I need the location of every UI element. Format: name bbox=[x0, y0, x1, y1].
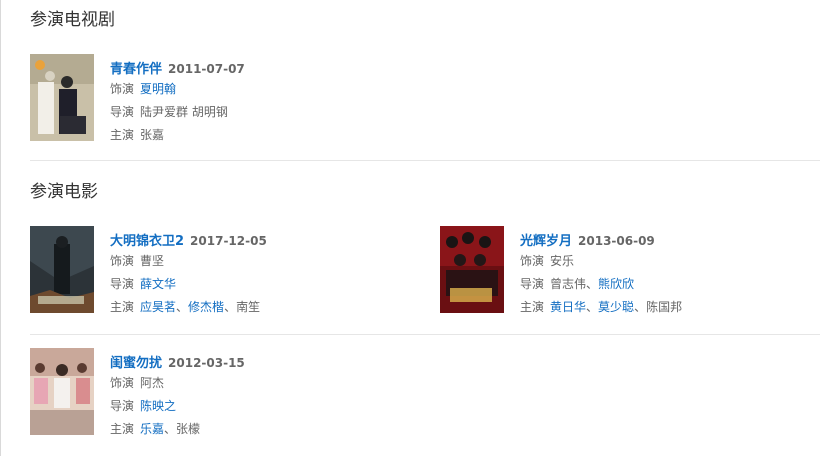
cast-label: 主演 bbox=[110, 300, 135, 314]
cast-value-daming-2: 南笙 bbox=[236, 300, 261, 314]
poster-guimi[interactable] bbox=[30, 348, 94, 435]
cast-label: 主演 bbox=[520, 300, 545, 314]
info-guimi: 闺蜜勿扰 2012-03-15 饰演 阿杰 导演 陈映之 主演 乐嘉、张檬 bbox=[110, 352, 410, 441]
role-link-qingchun[interactable]: 夏明翰 bbox=[140, 82, 176, 96]
info-daming: 大明锦衣卫2 2017-12-05 饰演 曹坚 导演 薛文华 主演 应昊茗、修杰楷、南笙 bbox=[110, 230, 410, 319]
role-label: 饰演 bbox=[110, 254, 135, 268]
separator: 、 bbox=[586, 300, 599, 314]
role-value-daming: 曹坚 bbox=[140, 254, 165, 268]
poster-guanghui[interactable] bbox=[440, 226, 504, 313]
role-label: 饰演 bbox=[110, 82, 135, 96]
role-label: 饰演 bbox=[110, 376, 135, 390]
cast-link-daming-1[interactable]: 修杰楷 bbox=[188, 300, 224, 314]
separator: 、 bbox=[224, 300, 237, 314]
title-link-guimi[interactable]: 闺蜜勿扰 bbox=[110, 356, 162, 371]
section-title-movies: 参演电影 bbox=[30, 182, 98, 202]
cast-link-guanghui-1[interactable]: 莫少聪 bbox=[598, 300, 634, 314]
cast-link-guanghui-0[interactable]: 黄日华 bbox=[550, 300, 586, 314]
left-border bbox=[0, 0, 1, 456]
director-label: 导演 bbox=[110, 277, 135, 291]
title-link-daming[interactable]: 大明锦衣卫2 bbox=[110, 234, 184, 249]
date-qingchun: 2011-07-07 bbox=[168, 62, 245, 76]
poster-daming[interactable] bbox=[30, 226, 94, 313]
cast-label: 主演 bbox=[110, 128, 135, 142]
info-qingchun: 青春作伴 2011-07-07 饰演 夏明翰 导演 陆尹爱群 胡明钢 主演 张嘉 bbox=[110, 58, 410, 147]
info-guanghui: 光辉岁月 2013-06-09 饰演 安乐 导演 曾志伟、熊欣欣 主演 黄日华、莫少聪、… bbox=[520, 230, 820, 319]
divider bbox=[30, 334, 820, 335]
director-value-guanghui-0: 曾志伟 bbox=[550, 277, 587, 291]
cast-value-qingchun: 张嘉 bbox=[140, 128, 165, 142]
cast-value-guimi-1: 张檬 bbox=[176, 422, 201, 436]
cast-link-daming-0[interactable]: 应昊茗 bbox=[140, 300, 176, 314]
director-label: 导演 bbox=[110, 105, 135, 119]
director-label: 导演 bbox=[520, 277, 545, 291]
cast-value-guanghui-2: 陈国邦 bbox=[646, 300, 683, 314]
role-label: 饰演 bbox=[520, 254, 545, 268]
title-link-qingchun[interactable]: 青春作伴 bbox=[110, 62, 162, 77]
director-value-qingchun: 陆尹爱群 胡明钢 bbox=[140, 105, 228, 119]
director-label: 导演 bbox=[110, 399, 135, 413]
date-daming: 2017-12-05 bbox=[190, 234, 267, 248]
separator: 、 bbox=[164, 422, 177, 436]
date-guanghui: 2013-06-09 bbox=[578, 234, 655, 248]
separator: 、 bbox=[176, 300, 189, 314]
date-guimi: 2012-03-15 bbox=[168, 356, 245, 370]
separator: 、 bbox=[634, 300, 647, 314]
director-link-guimi[interactable]: 陈映之 bbox=[140, 399, 176, 413]
separator: 、 bbox=[586, 277, 599, 291]
role-value-guimi: 阿杰 bbox=[140, 376, 165, 390]
cast-link-guimi-0[interactable]: 乐嘉 bbox=[140, 422, 164, 436]
section-title-tv: 参演电视剧 bbox=[30, 10, 115, 30]
director-link-guanghui-1[interactable]: 熊欣欣 bbox=[598, 277, 634, 291]
cast-label: 主演 bbox=[110, 422, 135, 436]
poster-qingchun[interactable] bbox=[30, 54, 94, 141]
director-link-daming[interactable]: 薛文华 bbox=[140, 277, 176, 291]
divider bbox=[30, 160, 820, 161]
role-value-guanghui: 安乐 bbox=[550, 254, 575, 268]
title-link-guanghui[interactable]: 光辉岁月 bbox=[520, 234, 572, 249]
